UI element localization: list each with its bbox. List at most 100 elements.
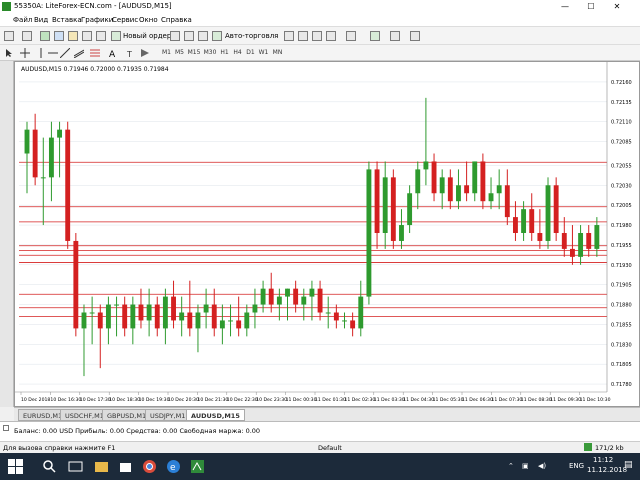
candle-body [260,288,266,305]
candlestick-icon[interactable] [298,31,308,41]
data-window-icon[interactable] [54,31,64,41]
timeframe-m15[interactable]: M15 [186,47,202,58]
candle-body [81,312,87,329]
menu-charts[interactable]: Графики [81,16,113,24]
candle-body [513,217,518,233]
menu-tools[interactable]: Сервис [112,16,138,24]
channel-icon[interactable] [73,48,85,59]
app-icon [2,2,11,11]
timeframe-m1[interactable]: M1 [160,47,173,58]
menu-insert[interactable]: Вставка [52,16,82,24]
vertical-line-icon[interactable] [36,48,46,58]
timeframe-h1[interactable]: H1 [218,47,231,58]
tray-chevron-icon[interactable]: ⌃ [508,462,514,470]
svg-text:A: A [109,50,116,58]
timeframe-mn[interactable]: MN [270,47,285,58]
signals-icon[interactable] [198,31,208,41]
tile-windows-icon[interactable] [370,31,380,41]
menu-view[interactable]: Вид [34,16,48,24]
arrow-tool-icon[interactable] [140,48,150,58]
label-tool-icon[interactable]: T [126,48,136,59]
tab-usdjpy[interactable]: USDJPY,M1 [145,409,191,421]
menu-file[interactable]: Файл [13,16,32,24]
volume-icon[interactable]: ◀) [538,462,546,470]
terminal-icon[interactable] [82,31,92,41]
notifications-icon[interactable]: ▤ [624,460,633,470]
candle-body [146,304,152,321]
search-icon[interactable] [42,459,57,474]
navigator-panel-collapsed[interactable] [0,61,14,407]
candle-body [447,177,453,202]
text-tool-icon[interactable]: A [108,48,118,60]
candle-body [57,129,63,138]
cursor-icon[interactable] [4,48,14,58]
maximize-button[interactable]: ☐ [580,0,602,14]
timeframe-m30[interactable]: M30 [202,47,218,58]
tab-audusd[interactable]: AUDUSD,M15 [186,409,245,421]
chrome-icon[interactable] [142,459,157,474]
menu-bar: Файл Вид Вставка Графики Сервис Окно Спр… [0,14,640,27]
candle-body [252,304,258,313]
timeframe-d1[interactable]: D1 [244,47,257,58]
line-chart-icon[interactable] [312,31,322,41]
profiles-icon[interactable] [22,31,32,41]
close-button[interactable]: ✕ [606,0,628,14]
auto-trading-button[interactable]: Авто-торговля [225,30,278,42]
period-icon[interactable] [390,31,400,41]
auto-trading-icon[interactable] [212,31,222,41]
horizontal-line-icon[interactable] [48,48,58,58]
price-label: 0.71905 [611,283,632,289]
time-label: 10 Dec 17:30 [80,397,111,403]
price-chart[interactable]: 0.720590.720030.719840.719540.719480.719… [15,62,639,406]
fibonacci-icon[interactable] [90,48,100,58]
menu-window[interactable]: Окно [139,16,158,24]
time-label: 11 Dec 04:30 [403,397,434,403]
minimize-button[interactable]: — [554,0,576,14]
tester-icon[interactable] [96,31,106,41]
clock-date[interactable]: 11.12.2018 [587,466,627,474]
timeframe-w1[interactable]: W1 [257,47,270,58]
timeframe-h4[interactable]: H4 [231,47,244,58]
language-indicator[interactable]: ENG [569,462,584,470]
start-icon[interactable] [8,459,23,474]
chart-axes: 0.721600.721350.721100.720850.720550.720… [15,62,639,406]
zoom-in-icon[interactable] [326,31,336,41]
candle-body [236,320,242,329]
bar-chart-icon[interactable] [284,31,294,41]
price-label: 0.71805 [611,362,632,368]
new-order-button[interactable]: Новый ордер [123,30,171,42]
market-watch-icon[interactable] [40,31,50,41]
store-icon[interactable] [118,459,133,474]
task-view-icon[interactable] [68,459,83,474]
navigator-icon[interactable] [68,31,78,41]
crosshair-icon[interactable] [20,48,30,58]
candle-body [464,185,470,194]
edge-icon[interactable]: e [166,459,181,474]
status-bar: Для вызова справки нажмите F1 Default 17… [0,441,640,453]
network-icon[interactable]: ▣ [522,462,529,470]
candle-body [415,169,421,194]
trendline-icon[interactable] [59,47,71,59]
standard-toolbar: Новый ордер Авто-торговля [0,27,640,45]
candle-body [504,185,510,218]
chart-window[interactable]: 0.720590.720030.719840.719540.719480.719… [14,61,640,407]
clock-time[interactable]: 11:12 [593,456,613,464]
candle-body [73,240,79,329]
metaeditor-icon[interactable] [170,31,180,41]
terminal-close-icon[interactable] [3,425,9,431]
new-chart-icon[interactable] [4,31,14,41]
tab-gbpusd[interactable]: GBPUSD,M1 [102,409,152,421]
zoom-out-icon[interactable] [346,31,356,41]
new-order-icon[interactable] [111,31,121,41]
timeframe-m5[interactable]: M5 [173,47,186,58]
candle-body [276,296,282,305]
candle-body [24,129,30,154]
menu-help[interactable]: Справка [161,16,192,24]
time-label: 10 Dec 16:30 [50,397,81,403]
time-label: 10 Dec 23:30 [256,397,287,403]
metatrader-icon[interactable] [190,459,205,474]
candle-body [211,304,217,329]
file-explorer-icon[interactable] [94,459,109,474]
templates-icon[interactable] [410,31,420,41]
indicators-icon[interactable] [184,31,194,41]
